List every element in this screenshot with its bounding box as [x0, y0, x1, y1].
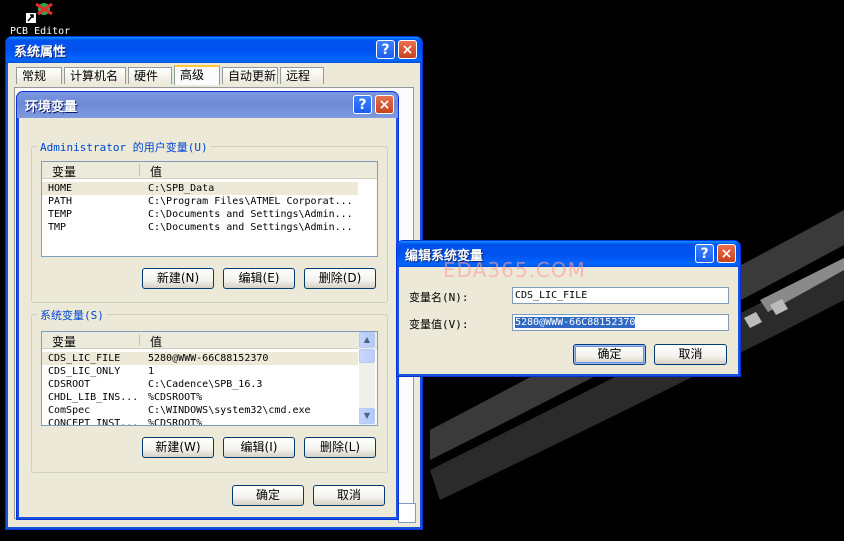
var-value: C:\Program Files\ATMEL Corporat... — [148, 196, 353, 207]
cancel-button[interactable]: 取消 — [654, 344, 727, 365]
variable-name-input[interactable]: CDS_LIC_FILE — [512, 287, 729, 304]
tab-advanced[interactable]: 高级 — [174, 65, 220, 85]
list-header: 变量 值 — [42, 162, 377, 179]
system-new-button[interactable]: 新建(W) — [142, 437, 214, 458]
watermark: EDA365.COM — [443, 258, 586, 282]
variable-name-text: CDS_LIC_FILE — [515, 290, 588, 301]
environment-variables-titlebar[interactable]: 环境变量 ? × — [17, 92, 398, 118]
var-name: TMP — [48, 222, 67, 233]
system-variables-label: 系统变量(S) — [38, 307, 106, 323]
var-value: 5280@WWW-66C88152370 — [148, 353, 269, 364]
var-name: CHDL_LIB_INS... — [48, 392, 139, 403]
ok-button[interactable]: 确定 — [573, 344, 646, 365]
tab-automatic-updates[interactable]: 自动更新 — [222, 67, 278, 84]
vertical-scrollbar[interactable]: ▲ ▼ — [359, 332, 375, 425]
column-variable[interactable]: 变量 — [52, 163, 76, 180]
var-value: C:\Documents and Settings\Admin... — [148, 222, 353, 233]
user-variables-label: Administrator 的用户变量(U) — [38, 139, 210, 155]
var-value: C:\Documents and Settings\Admin... — [148, 209, 353, 220]
list-item[interactable]: ComSpec C:\WINDOWS\system32\cmd.exe — [42, 404, 358, 417]
list-item[interactable]: TMP C:\Documents and Settings\Admin... — [42, 221, 358, 234]
tab-computer-name[interactable]: 计算机名 — [64, 67, 126, 84]
tab-hardware[interactable]: 硬件 — [128, 67, 172, 84]
user-delete-button[interactable]: 删除(D) — [304, 268, 376, 289]
pcb-editor-desktop-icon[interactable]: PCB Editor — [4, 0, 70, 37]
scroll-down-icon[interactable]: ▼ — [359, 408, 375, 424]
help-button[interactable]: ? — [353, 95, 372, 114]
variable-value-label: 变量值(V): — [409, 318, 469, 331]
var-name: PATH — [48, 196, 73, 207]
system-edit-button[interactable]: 编辑(I) — [223, 437, 295, 458]
list-item[interactable]: CDS_LIC_ONLY 1 — [42, 365, 358, 378]
tab-general[interactable]: 常规 — [16, 67, 62, 84]
help-button[interactable]: ? — [695, 244, 714, 263]
scroll-up-icon[interactable]: ▲ — [359, 332, 375, 348]
user-edit-button[interactable]: 编辑(E) — [223, 268, 295, 289]
cancel-button[interactable]: 取消 — [313, 485, 385, 506]
dialog-title: 环境变量 — [25, 100, 78, 115]
list-item[interactable]: CHDL_LIB_INS... %CDSROOT% — [42, 391, 358, 404]
list-item[interactable]: HOME C:\SPB_Data — [42, 182, 358, 195]
var-value: C:\SPB_Data — [148, 183, 215, 194]
system-variables-list[interactable]: 变量 值 CDS_LIC_FILE 5280@WWW-66C88152370 C… — [41, 331, 378, 426]
column-value[interactable]: 值 — [150, 163, 162, 180]
window-title: 系统属性 — [14, 45, 67, 60]
help-button[interactable]: ? — [376, 40, 395, 59]
list-item[interactable]: TEMP C:\Documents and Settings\Admin... — [42, 208, 358, 221]
close-button[interactable]: × — [375, 95, 394, 114]
variable-value-text: 5280@WWW-66C88152370 — [515, 317, 636, 328]
list-item[interactable]: CDSROOT C:\Cadence\SPB_16.3 — [42, 378, 358, 391]
var-value: %CDSROOT% — [148, 418, 203, 426]
var-value: 1 — [148, 366, 155, 377]
var-name: CONCEPT_INST... — [48, 418, 139, 426]
user-variables-group: Administrator 的用户变量(U) 变量 值 HOME C:\SPB_… — [31, 139, 388, 303]
close-button[interactable]: × — [717, 244, 736, 263]
tab-remote[interactable]: 远程 — [280, 67, 324, 84]
user-variables-list[interactable]: 变量 值 HOME C:\SPB_Data PATH C:\Program Fi… — [41, 161, 378, 257]
var-value: C:\Cadence\SPB_16.3 — [148, 379, 263, 390]
list-item[interactable]: CDS_LIC_FILE 5280@WWW-66C88152370 — [42, 352, 358, 365]
column-variable[interactable]: 变量 — [52, 333, 76, 350]
list-header: 变量 值 — [42, 332, 377, 349]
list-item[interactable]: CONCEPT_INST... %CDSROOT% — [42, 417, 358, 426]
var-name: CDS_LIC_FILE — [48, 353, 121, 364]
column-value[interactable]: 值 — [150, 333, 162, 350]
list-item[interactable]: PATH C:\Program Files\ATMEL Corporat... — [42, 195, 358, 208]
var-name: TEMP — [48, 209, 73, 220]
scroll-thumb[interactable] — [359, 349, 375, 363]
variable-value-input[interactable]: 5280@WWW-66C88152370 — [512, 314, 729, 331]
ok-button[interactable]: 确定 — [232, 485, 304, 506]
pcb-editor-icon — [24, 0, 58, 24]
var-value: C:\WINDOWS\system32\cmd.exe — [148, 405, 311, 416]
system-properties-titlebar[interactable]: 系统属性 ? × — [6, 37, 422, 63]
system-variables-group: 系统变量(S) 变量 值 CDS_LIC_FILE 5280@WWW-66C88… — [31, 307, 388, 473]
system-delete-button[interactable]: 删除(L) — [304, 437, 376, 458]
var-name: CDS_LIC_ONLY — [48, 366, 121, 377]
user-new-button[interactable]: 新建(N) — [142, 268, 214, 289]
var-value: %CDSROOT% — [148, 392, 203, 403]
variable-name-label: 变量名(N): — [409, 291, 469, 304]
var-name: HOME — [48, 183, 73, 194]
var-name: ComSpec — [48, 405, 91, 416]
system-properties-bottom-field — [398, 503, 416, 523]
environment-variables-dialog: 环境变量 ? × Administrator 的用户变量(U) 变量 值 HOM… — [16, 91, 399, 520]
close-button[interactable]: × — [398, 40, 417, 59]
var-name: CDSROOT — [48, 379, 91, 390]
